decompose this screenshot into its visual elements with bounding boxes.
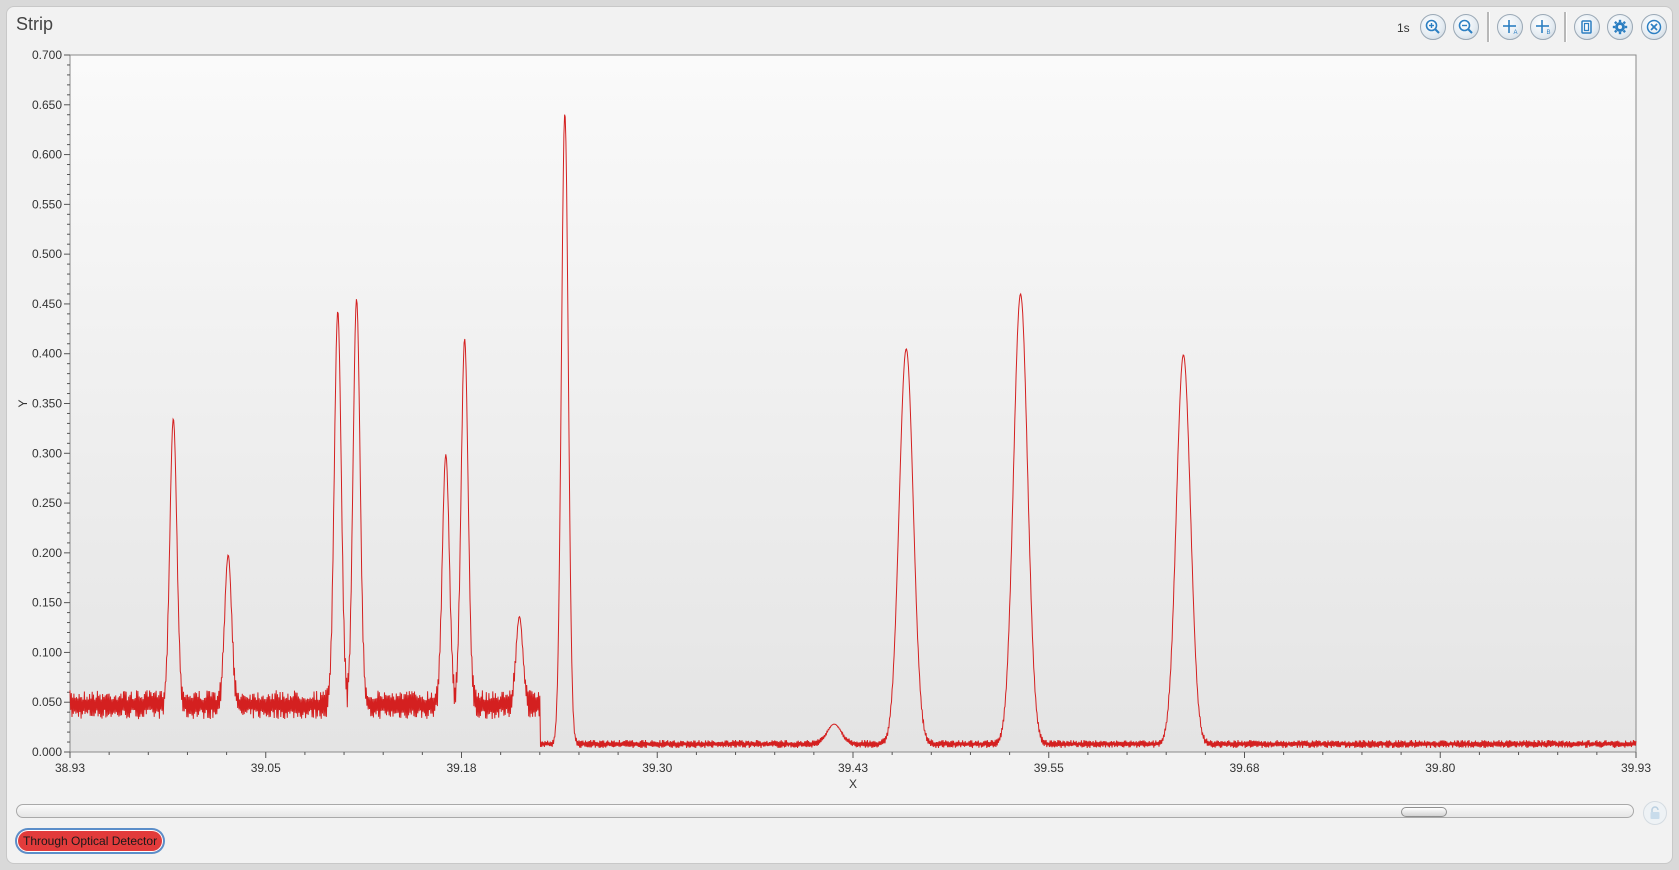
x-tick-label: 39.55 <box>1034 761 1064 775</box>
x-tick-label: 39.93 <box>1621 761 1651 775</box>
y-tick-label: 0.100 <box>32 645 62 659</box>
legend-item-through-optical-detector[interactable]: Through Optical Detector <box>17 830 164 852</box>
horizontal-scrollbar[interactable] <box>16 804 1634 818</box>
y-tick-label: 0.200 <box>32 546 62 560</box>
x-tick-label: 39.80 <box>1425 761 1455 775</box>
x-axis-label: X <box>849 777 857 791</box>
plot-area <box>69 54 1637 753</box>
y-tick-label: 0.150 <box>32 596 62 610</box>
y-tick-label: 0.050 <box>32 695 62 709</box>
y-tick-label: 0.400 <box>32 347 62 361</box>
x-tick-label: 39.18 <box>446 761 476 775</box>
x-tick-label: 39.30 <box>642 761 672 775</box>
x-tick-label: 38.93 <box>55 761 85 775</box>
y-tick-label: 0.550 <box>32 197 62 211</box>
y-tick-label: 0.700 <box>32 48 62 62</box>
x-tick-label: 39.05 <box>251 761 281 775</box>
y-tick-label: 0.300 <box>32 446 62 460</box>
scrollbar-thumb[interactable] <box>1400 807 1447 817</box>
x-tick-label: 39.68 <box>1229 761 1259 775</box>
y-tick-label: 0.600 <box>32 148 62 162</box>
y-tick-label: 0.350 <box>32 397 62 411</box>
y-tick-label: 0.650 <box>32 98 62 112</box>
strip-chart[interactable]: 0.000 0.050 0.100 0.150 0.200 0.250 0.300 0.350… <box>0 0 1679 800</box>
x-tick-label: 39.43 <box>838 761 868 775</box>
lock-icon <box>1650 806 1660 819</box>
y-tick-label: 0.450 <box>32 297 62 311</box>
y-axis-label: Y <box>16 399 30 407</box>
scroll-lock-button[interactable] <box>1643 801 1667 825</box>
y-tick-label: 0.000 <box>32 745 62 759</box>
y-tick-label: 0.500 <box>32 247 62 261</box>
y-tick-label: 0.250 <box>32 496 62 510</box>
